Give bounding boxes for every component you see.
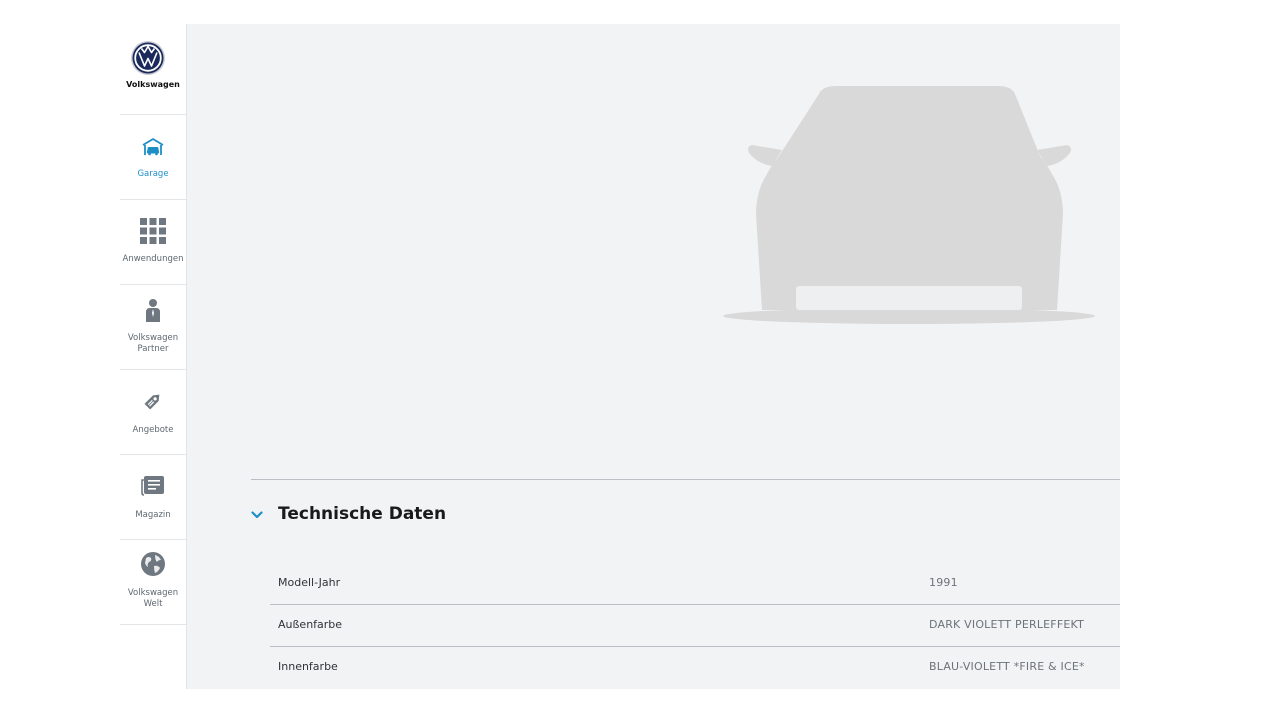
spec-row-modell-jahr: Modell-Jahr 1991 xyxy=(270,562,1120,605)
sidebar-item-magazin[interactable]: Magazin xyxy=(120,455,186,540)
spec-label: Modell-Jahr xyxy=(278,576,341,589)
section-title: Technische Daten xyxy=(278,504,447,524)
sidebar-item-anwendungen[interactable]: Anwendungen xyxy=(120,200,186,285)
brand-name: Volkswagen xyxy=(126,80,180,89)
sidebar-item-garage[interactable]: Garage xyxy=(120,115,186,200)
sidebar-item-label: Volkswagen Welt xyxy=(120,588,190,609)
main-content: Technische Daten Modell-Jahr 1991 Außenf… xyxy=(187,24,1120,689)
spec-value: BLAU-VIOLETT *FIRE & ICE* xyxy=(929,660,1085,673)
sidebar-item-label: Anwendungen xyxy=(122,254,184,264)
sidebar-item-welt[interactable]: Volkswagen Welt xyxy=(120,540,186,625)
spec-label: Außenfarbe xyxy=(278,618,343,631)
sidebar-item-label-text: Volkswagen Partner xyxy=(127,333,179,354)
partner-person-icon xyxy=(120,298,186,326)
garage-icon xyxy=(120,137,186,165)
sidebar-item-label: Garage xyxy=(137,169,169,179)
app-window: Volkswagen Garage Anwendungen Volkswagen… xyxy=(120,24,1120,689)
sidebar-item-label: Angebote xyxy=(132,425,174,435)
sidebar-item-partner[interactable]: Volkswagen Partner xyxy=(120,285,186,370)
tag-icon xyxy=(120,389,186,417)
spec-row-aussenfarbe: Außenfarbe DARK VIOLETT PERLEFFEKT xyxy=(270,604,1120,647)
vw-logo-icon xyxy=(131,41,165,75)
car-silhouette-image xyxy=(723,86,1095,324)
brand-logo[interactable]: Volkswagen xyxy=(120,24,186,115)
sidebar-item-label: Magazin xyxy=(135,510,171,520)
chevron-down-icon xyxy=(251,511,263,519)
globe-icon xyxy=(120,551,186,579)
spec-row-innenfarbe: Innenfarbe BLAU-VIOLETT *FIRE & ICE* xyxy=(270,646,1120,688)
sidebar: Volkswagen Garage Anwendungen Volkswagen… xyxy=(120,24,187,689)
spec-label: Innenfarbe xyxy=(278,660,338,673)
sidebar-item-angebote[interactable]: Angebote xyxy=(120,370,186,455)
sidebar-item-label-text: Volkswagen Welt xyxy=(127,588,179,609)
section-divider xyxy=(251,479,1120,480)
sidebar-item-label: Volkswagen Partner xyxy=(120,333,190,354)
spec-value: 1991 xyxy=(929,576,958,589)
apps-grid-icon xyxy=(120,218,186,246)
magazine-icon xyxy=(120,476,186,504)
spec-value: DARK VIOLETT PERLEFFEKT xyxy=(929,618,1084,631)
